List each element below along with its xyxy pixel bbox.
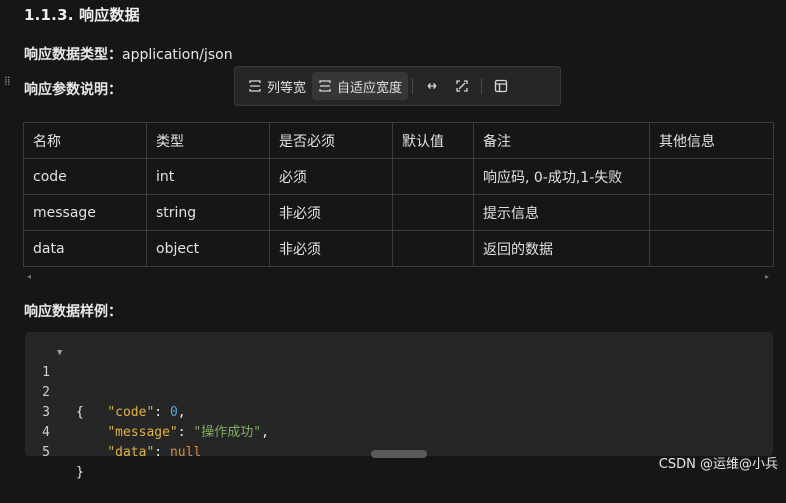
section-heading: 1.1.3. 响应数据	[24, 6, 140, 24]
code-text: "data": null	[107, 445, 202, 460]
fold-arrow-icon[interactable]: ▼	[57, 343, 62, 363]
json-null: null	[169, 445, 202, 460]
response-type-line: 响应数据类型：application/json	[24, 44, 233, 64]
table-cell: data	[23, 230, 147, 267]
table-toolbar: 列等宽 自适应宽度	[234, 66, 561, 106]
code-line: 2 "code": 0,	[25, 363, 185, 420]
fullscreen-button[interactable]	[447, 72, 477, 100]
code-line: 5 }	[25, 423, 84, 480]
code-text: "code": 0,	[107, 405, 186, 420]
scroll-left-icon[interactable]: ◂	[27, 272, 31, 281]
column-header: 其他信息	[649, 122, 774, 159]
code-text: }	[76, 465, 84, 480]
equal-width-icon	[249, 80, 261, 92]
table-settings-button[interactable]	[486, 72, 516, 100]
table-cell	[649, 158, 774, 195]
params-title: 响应参数说明：	[24, 82, 122, 98]
code-scrollbar-thumb[interactable]	[371, 450, 427, 458]
params-table: 名称 类型 是否必须 默认值 备注 其他信息 code int 必须 响应码, …	[23, 122, 774, 267]
json-string: "操作成功"	[193, 425, 262, 440]
response-type-label: 响应数据类型：	[24, 47, 122, 63]
code-block[interactable]: 1 ▼ { 2 "code": 0, 3 "message": "操作成功", …	[25, 332, 773, 480]
table-row: data object 非必须 返回的数据	[23, 230, 774, 267]
equal-width-label: 列等宽	[267, 80, 307, 96]
equal-width-button[interactable]: 列等宽	[242, 72, 312, 100]
table-row: message string 非必须 提示信息	[23, 194, 774, 231]
scroll-right-icon[interactable]: ▸	[765, 272, 769, 281]
column-header: 是否必须	[269, 122, 393, 159]
auto-width-label: 自适应宽度	[337, 80, 403, 96]
json-key: "code"	[107, 405, 155, 420]
table-icon	[494, 79, 508, 93]
toolbar-divider	[481, 78, 483, 94]
drag-handle-icon[interactable]: ⁞⁞	[4, 75, 14, 96]
table-cell: message	[23, 194, 147, 231]
table-header-row: 名称 类型 是否必须 默认值 备注 其他信息	[23, 122, 774, 159]
table-cell: string	[146, 194, 270, 231]
table-cell: 返回的数据	[473, 230, 650, 267]
column-header: 默认值	[392, 122, 474, 159]
column-header: 备注	[473, 122, 650, 159]
table-row: code int 必须 响应码, 0-成功,1-失败	[23, 158, 774, 195]
table-cell: code	[23, 158, 147, 195]
table-cell: object	[146, 230, 270, 267]
table-cell: 非必须	[269, 194, 393, 231]
json-number: 0	[169, 405, 178, 420]
line-number: 5	[42, 445, 50, 460]
table-cell: 提示信息	[473, 194, 650, 231]
json-key: "data"	[107, 445, 155, 460]
example-title: 响应数据样例：	[24, 304, 122, 320]
code-line: 4 "data": null	[25, 403, 201, 460]
watermark: CSDN @运维@小兵	[658, 457, 778, 472]
table-horizontal-scrollbar[interactable]: ◂ ▸	[23, 272, 773, 284]
table-cell	[392, 158, 474, 195]
auto-width-icon	[319, 80, 331, 92]
response-type-value: application/json	[122, 47, 233, 63]
table-cell: 响应码, 0-成功,1-失败	[473, 158, 650, 195]
horizontal-arrows-icon	[427, 83, 437, 89]
table-cell: 必须	[269, 158, 393, 195]
code-text: "message": "操作成功",	[107, 425, 269, 440]
column-header: 名称	[23, 122, 147, 159]
horizontal-expand-button[interactable]	[417, 72, 447, 100]
code-line: 3 "message": "操作成功",	[25, 383, 269, 440]
json-key: "message"	[107, 425, 178, 440]
table-cell	[392, 230, 474, 267]
code-line: 1 ▼ {	[25, 343, 84, 420]
auto-width-button[interactable]: 自适应宽度	[312, 72, 409, 100]
table-cell	[649, 230, 774, 267]
table-cell	[392, 194, 474, 231]
table-cell: int	[146, 158, 270, 195]
toolbar-divider	[412, 78, 414, 94]
table-cell: 非必须	[269, 230, 393, 267]
fullscreen-icon	[456, 80, 468, 92]
column-header: 类型	[146, 122, 270, 159]
table-cell	[649, 194, 774, 231]
